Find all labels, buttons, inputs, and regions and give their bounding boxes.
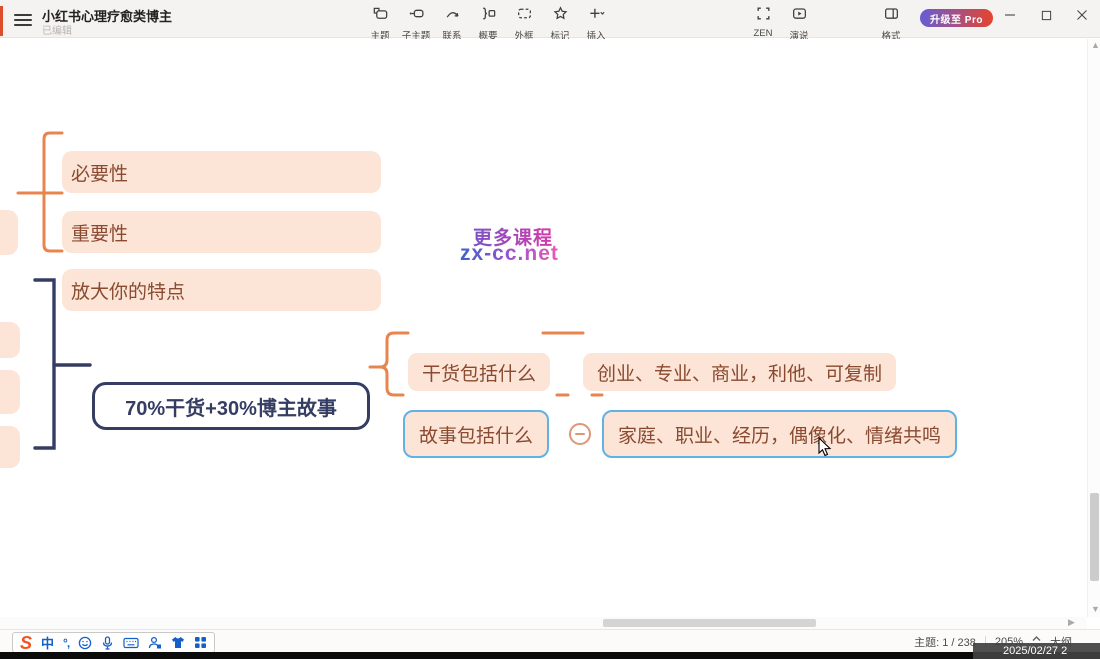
clipped-subtopic-node-2[interactable] <box>0 370 20 414</box>
clipped-subtopic-node-3[interactable] <box>0 426 20 468</box>
node-dry-goods-question[interactable]: 干货包括什么 <box>408 353 550 391</box>
title-bar: 小红书心理疗愈类博主 已编辑 主题 子主题 联系 概要 外框 标记 插入 <box>0 0 1100 38</box>
connector-lines <box>0 39 1100 629</box>
horizontal-scrollbar[interactable]: ▶ <box>0 617 1087 629</box>
ime-profile-icon[interactable] <box>148 636 162 649</box>
ime-emoji-icon[interactable] <box>78 636 92 650</box>
boundary-button[interactable]: 外框 <box>506 3 542 36</box>
topic-icon <box>372 3 389 27</box>
ime-keyboard-icon[interactable] <box>123 637 139 649</box>
minimize-button[interactable] <box>992 0 1028 30</box>
ime-toolbar[interactable]: S 中 °, <box>12 632 215 653</box>
upgrade-pro-button[interactable]: 升级至 Pro <box>920 9 993 27</box>
view-toolbar: ZEN 演说 <box>745 3 817 36</box>
datetime-overlay: 2025/02/27 2 <box>973 643 1100 659</box>
letterbox-strip <box>0 652 1100 659</box>
play-icon <box>791 3 808 27</box>
ime-punctuation-toggle[interactable]: °, <box>63 636 69 650</box>
node-amplify-traits[interactable]: 放大你的特点 <box>62 269 381 311</box>
ime-skin-icon[interactable] <box>171 636 185 649</box>
marker-button[interactable]: 标记 <box>542 3 578 36</box>
topic-counter: 主题: 1 / 238 <box>914 634 976 650</box>
subtopic-icon <box>408 3 425 27</box>
scroll-down-icon[interactable]: ▼ <box>1091 605 1100 614</box>
ime-toolbox-icon[interactable] <box>194 636 207 649</box>
close-button[interactable] <box>1064 0 1100 30</box>
zen-button[interactable]: ZEN <box>745 3 781 36</box>
format-panel-icon <box>883 3 900 27</box>
format-toolbar: 格式 <box>873 3 909 36</box>
watermark-url: zx-cc.net <box>460 242 559 266</box>
mouse-cursor <box>818 437 832 457</box>
node-story-answer[interactable]: 家庭、职业、经历，偶像化、情绪共鸣 <box>602 410 957 458</box>
vertical-scroll-thumb[interactable] <box>1090 493 1099 581</box>
star-icon <box>552 3 569 27</box>
maximize-button[interactable] <box>1028 0 1064 30</box>
insert-button[interactable]: 插入 <box>578 3 614 36</box>
document-edit-status: 已编辑 <box>42 22 72 37</box>
status-bar: S 中 °, 主题: 1 / 238 205% 大纲 <box>0 629 1100 654</box>
node-necessity[interactable]: 必要性 <box>62 151 381 193</box>
summary-button[interactable]: 概要 <box>470 3 506 36</box>
clipped-subtopic-node-1[interactable] <box>0 322 20 358</box>
ime-microphone-icon[interactable] <box>101 636 114 650</box>
clipped-parent-node[interactable] <box>0 210 18 255</box>
menu-icon[interactable] <box>14 11 32 27</box>
plus-icon <box>588 3 605 27</box>
window-controls <box>992 0 1100 30</box>
zoom-in-chevron-icon[interactable] <box>1032 636 1041 642</box>
node-summary-topic[interactable]: 70%干货+30%博主故事 <box>92 382 370 430</box>
mindmap-canvas[interactable]: 必要性 重要性 放大你的特点 70%干货+30%博主故事 干货包括什么 创业、专… <box>0 39 1100 629</box>
scroll-right-icon[interactable]: ▶ <box>1068 618 1075 627</box>
summary-icon <box>480 3 497 27</box>
main-toolbar: 主题 子主题 联系 概要 外框 标记 插入 <box>362 3 614 36</box>
horizontal-scroll-thumb[interactable] <box>603 619 816 627</box>
vertical-scrollbar[interactable]: ▲ ▼ <box>1087 39 1100 617</box>
node-story-question[interactable]: 故事包括什么 <box>403 410 549 458</box>
collapse-toggle-icon[interactable] <box>569 423 591 445</box>
present-button[interactable]: 演说 <box>781 3 817 36</box>
zen-label: ZEN <box>754 28 773 39</box>
format-button[interactable]: 格式 <box>873 3 909 36</box>
node-importance[interactable]: 重要性 <box>62 211 381 253</box>
ime-language-toggle[interactable]: 中 <box>41 633 54 652</box>
sogou-logo-icon[interactable]: S <box>20 634 32 652</box>
scroll-up-icon[interactable]: ▲ <box>1091 41 1100 50</box>
relationship-icon <box>444 3 461 27</box>
edge-accent-strip <box>0 6 3 36</box>
relationship-button[interactable]: 联系 <box>434 3 470 36</box>
boundary-icon <box>516 3 533 27</box>
zen-mode-icon <box>755 3 772 27</box>
node-dry-goods-answer[interactable]: 创业、专业、商业，利他、可复制 <box>583 353 896 391</box>
subtopic-button[interactable]: 子主题 <box>398 3 434 36</box>
topic-button[interactable]: 主题 <box>362 3 398 36</box>
